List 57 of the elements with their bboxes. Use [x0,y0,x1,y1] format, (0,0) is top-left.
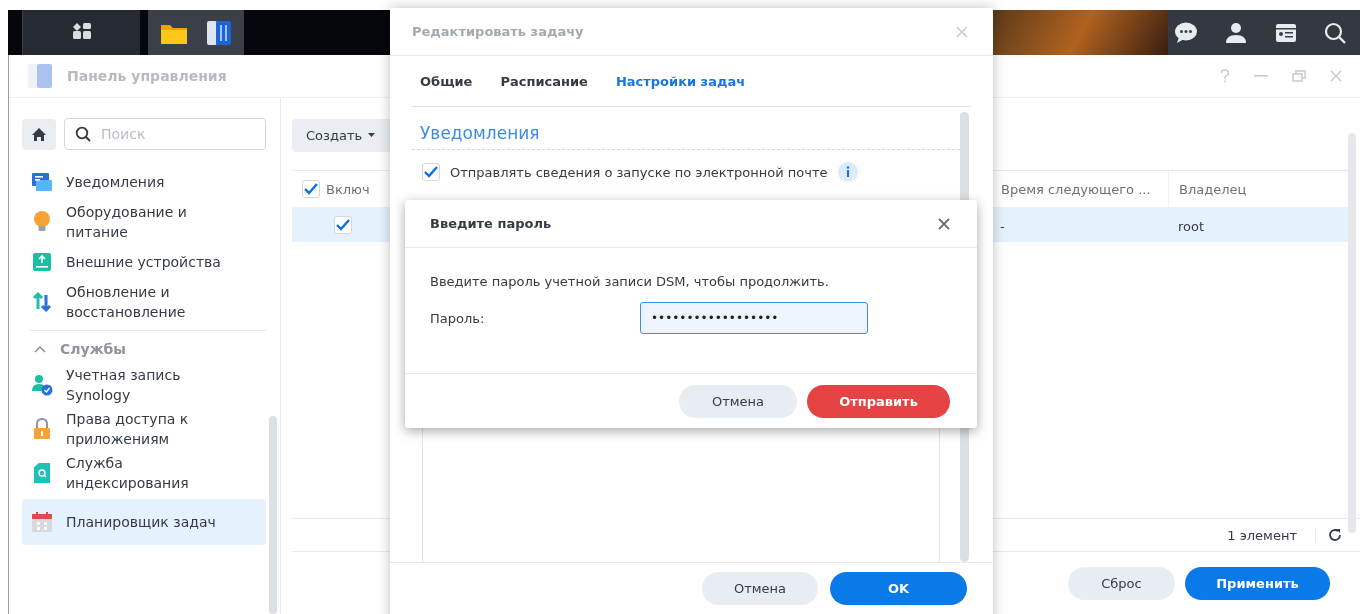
search-field[interactable]: Поиск [64,118,266,150]
chevron-icon [34,345,46,353]
upload-device-icon [30,252,54,272]
table-cell: root [1178,218,1205,234]
reset-button[interactable]: Сброс [1068,566,1175,600]
sidebar-item[interactable]: Оборудование и питание [22,200,266,244]
cancel-button[interactable]: Отмена [702,571,818,605]
user-icon[interactable] [1225,21,1248,44]
control-panel-icon[interactable] [206,19,232,46]
control-panel-icon [27,63,53,89]
checkbox[interactable] [302,180,320,198]
column-header[interactable]: Время следующего ... [1001,181,1151,197]
cancel-button[interactable]: Отмена [679,384,797,418]
sidebar-item[interactable]: Учетная запись Synology [22,363,266,407]
caret-icon [368,133,376,137]
dialog-title: Редактировать задачу [412,24,584,39]
sidebar-item[interactable]: Внешние устройства [22,244,266,280]
sidebar-item[interactable]: Уведомления [22,164,266,200]
scrollbar[interactable] [269,416,277,614]
tab[interactable]: Расписание [500,73,588,89]
checkbox[interactable] [422,163,440,181]
table-cell: - [1000,218,1005,234]
info-icon[interactable] [837,162,858,182]
tab[interactable]: Общие [420,73,473,89]
submit-button[interactable]: Отправить [807,384,950,418]
dialog-title: Введите пароль [430,216,552,231]
password-field[interactable]: •••••••••••••••••• [640,302,868,334]
sidebar-item[interactable]: Планировщик задач [22,499,266,545]
chat-icon[interactable] [1173,21,1198,44]
sidebar-item[interactable]: Обновление и восстановление [22,280,266,324]
main-menu-icon[interactable] [22,10,140,55]
checkbox[interactable] [334,216,352,234]
home-button[interactable] [22,118,56,150]
notification-icon [30,172,54,192]
widget-icon[interactable] [1274,22,1297,43]
column-header[interactable]: Включ [326,181,370,197]
option-label: Отправлять сведения о запуске по электронной почте [450,164,828,180]
home-icon [31,126,47,142]
sidebar-item[interactable]: Служба индексирования [22,451,266,495]
scrollbar[interactable] [1348,133,1356,533]
column-header[interactable]: Владелец [1179,181,1247,197]
sidebar-item[interactable]: Права доступа к приложениям [22,407,266,451]
tab[interactable]: Настройки задач [615,73,746,89]
search-icon [75,126,91,142]
ok-button[interactable]: OK [830,571,967,605]
update-arrows-icon [30,291,54,313]
search-icon[interactable] [1324,21,1347,44]
section-title: Уведомления [419,122,541,145]
user-check-icon [30,374,54,396]
calendar-icon [30,511,54,533]
dialog-message: Введите пароль учетной записи DSM, чтобы продолжить. [430,274,830,289]
refresh-icon[interactable] [1315,528,1342,542]
close-icon[interactable] [938,217,950,230]
field-label: Пароль: [430,310,486,326]
apply-button[interactable]: Применить [1185,566,1330,600]
window-title: Панель управления [67,68,227,84]
item-count: 1 элемент [1227,527,1297,543]
